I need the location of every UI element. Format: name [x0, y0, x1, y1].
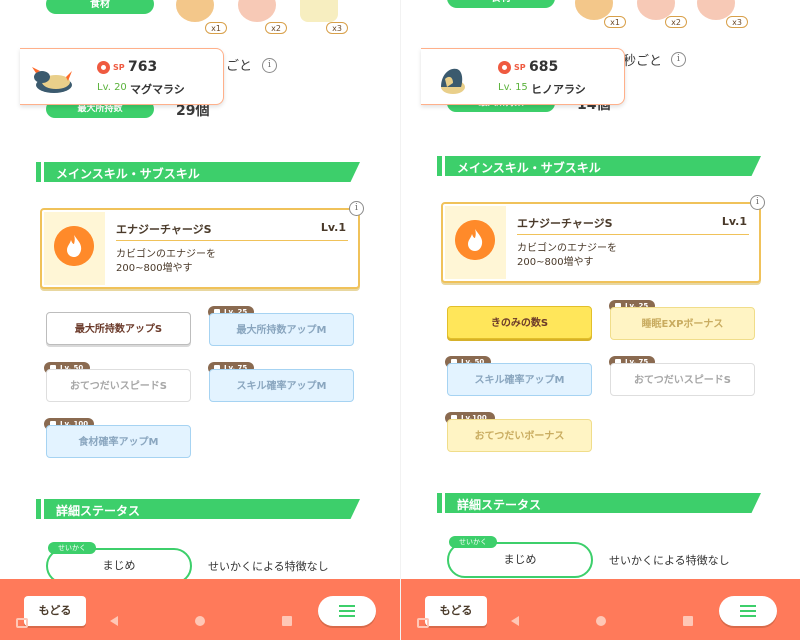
- help-interval-text: 秒ごと: [623, 54, 663, 69]
- nature-label: せいかく: [48, 542, 96, 554]
- main-skill-name: エナジーチャージS: [116, 223, 212, 236]
- quilava-sprite: [32, 67, 72, 93]
- nature-description: せいかくによる特徴なし: [609, 554, 730, 567]
- info-icon[interactable]: i: [262, 58, 277, 73]
- fire-skill-icon: [455, 220, 495, 260]
- main-skill-name: エナジーチャージS: [517, 217, 613, 230]
- hamburger-menu-icon[interactable]: [719, 596, 777, 626]
- system-home-icon[interactable]: [596, 616, 606, 626]
- system-back-icon[interactable]: [110, 616, 118, 626]
- info-icon[interactable]: i: [671, 52, 686, 67]
- section-header-status: 詳細ステータス: [36, 499, 360, 519]
- ingredient-count: x2: [665, 16, 687, 28]
- sub-skill-button[interactable]: スキル確率アップM: [209, 369, 354, 402]
- system-back-icon[interactable]: [511, 616, 519, 626]
- main-skill-level: Lv.1: [721, 215, 747, 228]
- sp-icon: [97, 61, 110, 74]
- main-skill-desc: カビゴンのエナジーを 200~800増やす: [517, 243, 617, 268]
- system-recent-icon[interactable]: [282, 616, 292, 626]
- system-recent-icon[interactable]: [683, 616, 693, 626]
- sub-skill-button[interactable]: 最大所持数アップS: [46, 312, 191, 345]
- hamburger-menu-icon[interactable]: [318, 596, 376, 626]
- main-skill-card[interactable]: エナジーチャージS Lv.1 カビゴンのエナジーを 200~800増やす i: [40, 201, 364, 289]
- ingredient-count: x1: [205, 22, 227, 34]
- fried-chicken-icon: [176, 0, 214, 22]
- main-skill-level: Lv.1: [320, 221, 346, 234]
- ingredients-label: 食材: [46, 0, 154, 14]
- house-icon[interactable]: [16, 618, 28, 628]
- bottom-bar: もどる: [401, 579, 800, 640]
- sub-skill-button[interactable]: 食材確率アップM: [46, 425, 191, 458]
- pokemon-header-card: SP 685 Lv. 15 ヒノアラシ: [421, 48, 625, 105]
- section-header-skills: メインスキル・サブスキル: [36, 162, 360, 182]
- main-skill-card[interactable]: エナジーチャージS Lv.1 カビゴンのエナジーを 200~800増やす i: [441, 195, 765, 283]
- ingredients-label: 食材: [447, 0, 555, 8]
- sp-label: SP: [113, 63, 125, 72]
- sub-skill-button[interactable]: きのみの数S: [447, 306, 592, 339]
- fire-skill-icon: [54, 226, 94, 266]
- cyndaquil-sprite: [441, 68, 465, 94]
- ingredient-count: x1: [604, 16, 626, 28]
- help-interval-text: ごと: [226, 59, 253, 74]
- ingredient-count: x3: [726, 16, 748, 28]
- nature-description: せいかくによる特徴なし: [208, 560, 329, 573]
- main-skill-desc: カビゴンのエナジーを 200~800増やす: [116, 249, 216, 274]
- back-button[interactable]: もどる: [425, 596, 487, 626]
- pokemon-name: ヒノアラシ: [531, 83, 586, 96]
- system-home-icon[interactable]: [195, 616, 205, 626]
- pokemon-header-card: SP 763 Lv. 20 マグマラシ: [20, 48, 224, 105]
- house-icon[interactable]: [417, 618, 429, 628]
- ingredient-count: x2: [265, 22, 287, 34]
- sub-skill-button[interactable]: おてつだいボーナス: [447, 419, 592, 452]
- sp-value: 763: [128, 59, 158, 75]
- bottom-bar: もどる: [0, 579, 400, 640]
- section-header-status: 詳細ステータス: [437, 493, 761, 513]
- info-icon[interactable]: i: [750, 195, 765, 210]
- sub-skill-button[interactable]: 睡眠EXPボーナス: [610, 307, 755, 340]
- sp-label: SP: [514, 63, 526, 72]
- milk-jar-icon: [300, 0, 338, 22]
- back-button[interactable]: もどる: [24, 596, 86, 626]
- sub-skill-button[interactable]: スキル確率アップM: [447, 363, 592, 396]
- meat-icon: [238, 0, 276, 22]
- section-header-skills: メインスキル・サブスキル: [437, 156, 761, 176]
- sp-value: 685: [529, 59, 559, 75]
- pokemon-level: Lv. 20: [97, 82, 127, 93]
- sub-skill-button[interactable]: おてつだいスピードS: [610, 363, 755, 396]
- nature-label: せいかく: [449, 536, 497, 548]
- sub-skill-button[interactable]: おてつだいスピードS: [46, 369, 191, 402]
- sp-icon: [498, 61, 511, 74]
- sub-skill-button[interactable]: 最大所持数アップM: [209, 313, 354, 346]
- info-icon[interactable]: i: [349, 201, 364, 216]
- ingredient-count: x3: [326, 22, 348, 34]
- pokemon-detail-panel-right: 食材 x1 x2 x3 秒ごと i 最大所持数 14個 SP 685 Lv. 1…: [400, 0, 800, 640]
- pokemon-detail-panel-left: 食材 x1 x2 x3 ごと i 最大所持数 29個 SP 763 Lv. 20…: [0, 0, 400, 640]
- pokemon-name: マグマラシ: [130, 83, 185, 96]
- pokemon-level: Lv. 15: [498, 82, 528, 93]
